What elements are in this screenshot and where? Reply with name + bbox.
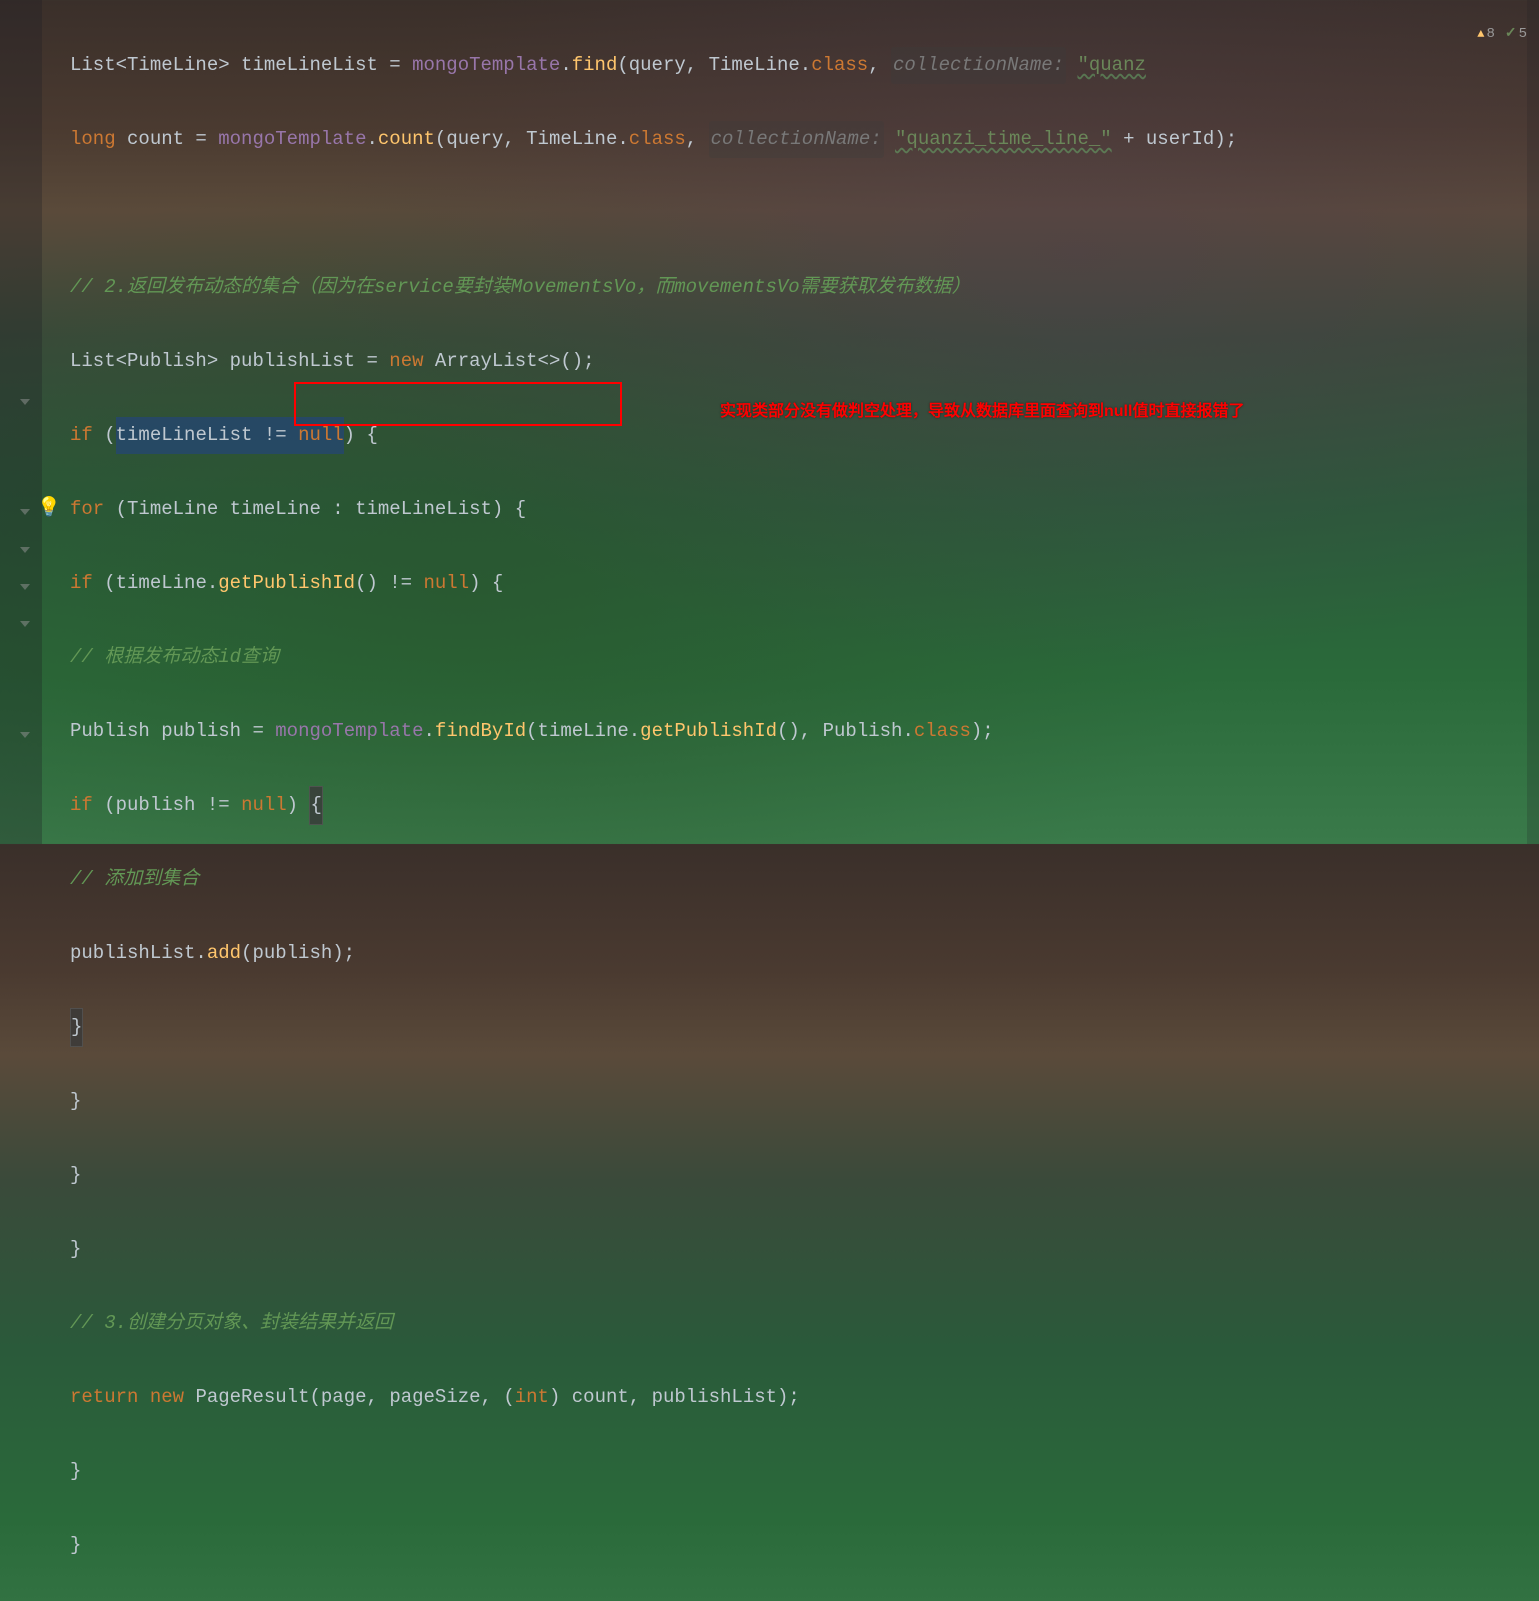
code-line[interactable]: Publish publish = mongoTemplate.findById… (70, 713, 1237, 750)
inspection-indicators[interactable]: 8 5 (1477, 16, 1527, 53)
code-line[interactable]: if (timeLine.getPublishId() != null) { (70, 565, 1237, 602)
code-line[interactable]: } (70, 1157, 1237, 1194)
code-line[interactable]: List<Publish> publishList = new ArrayLis… (70, 343, 1237, 380)
code-line[interactable]: publishList.add(publish); (70, 935, 1237, 972)
code-line[interactable]: return new PageResult(page, pageSize, (i… (70, 1379, 1237, 1416)
ok-indicator[interactable]: 5 (1505, 16, 1527, 53)
code-line[interactable]: } (70, 1453, 1237, 1490)
code-line[interactable]: for (TimeLine timeLine : timeLineList) { (70, 491, 1237, 528)
fold-icon[interactable] (18, 505, 32, 519)
code-line[interactable] (70, 195, 1237, 232)
annotation-text: 实现类部分没有做判空处理，导致从数据库里面查询到null值时直接报错了 (720, 393, 1244, 430)
code-line[interactable]: // 3.创建分页对象、封装结果并返回 (70, 1305, 1237, 1342)
code-line[interactable]: // 添加到集合 (70, 861, 1237, 898)
fold-icon[interactable] (18, 395, 32, 409)
code-line[interactable]: } (70, 1231, 1237, 1268)
code-line[interactable]: long count = mongoTemplate.count(query, … (70, 121, 1237, 158)
fold-icon[interactable] (18, 617, 32, 631)
code-line[interactable]: // 根据发布动态id查询 (70, 639, 1237, 676)
fold-icon[interactable] (18, 580, 32, 594)
intention-bulb-icon[interactable]: 💡 (42, 501, 56, 515)
fold-icon[interactable] (18, 543, 32, 557)
code-line[interactable]: List<TimeLine> timeLineList = mongoTempl… (70, 47, 1237, 84)
editor-gutter (0, 0, 42, 844)
code-line[interactable]: } (70, 1527, 1237, 1564)
scrollbar[interactable] (1527, 0, 1539, 844)
code-line[interactable]: } (70, 1009, 1237, 1046)
fold-icon[interactable] (18, 728, 32, 742)
code-line[interactable]: // 2.返回发布动态的集合（因为在service要封装MovementsVo，… (70, 269, 1237, 306)
warning-indicator[interactable]: 8 (1477, 16, 1495, 53)
code-line[interactable]: } (70, 1083, 1237, 1120)
code-editor[interactable]: List<TimeLine> timeLineList = mongoTempl… (70, 10, 1237, 1601)
code-line[interactable]: if (publish != null) { (70, 787, 1237, 824)
